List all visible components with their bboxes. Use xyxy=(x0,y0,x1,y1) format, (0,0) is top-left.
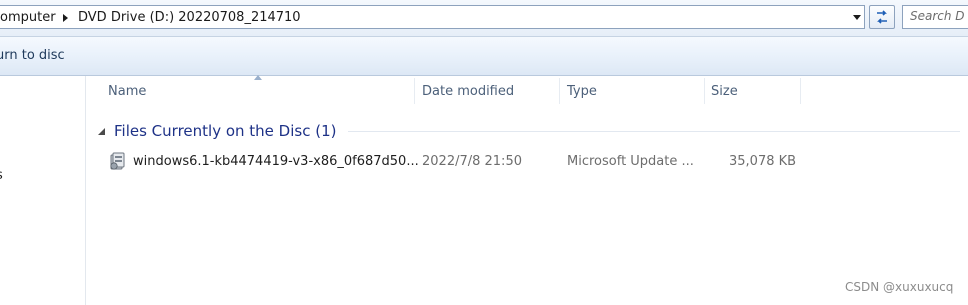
group-divider xyxy=(348,131,960,132)
breadcrumb-dvd-drive[interactable]: DVD Drive (D:) 20220708_214710 xyxy=(78,10,301,25)
column-header-size-label: Size xyxy=(711,84,738,99)
nav-item-partial[interactable]: s xyxy=(0,168,3,183)
group-title: Files Currently on the Disc (1) xyxy=(114,122,337,140)
file-type: Microsoft Update ... xyxy=(567,154,694,169)
chevron-down-icon xyxy=(853,14,861,20)
csdn-watermark: CSDN @xuxuxucq xyxy=(845,280,954,294)
column-header-size[interactable]: Size xyxy=(705,78,800,106)
refresh-button[interactable] xyxy=(869,5,895,29)
refresh-arrows-icon xyxy=(877,10,887,24)
column-header-date-modified[interactable]: Date modified xyxy=(415,78,559,106)
search-input[interactable] xyxy=(903,6,968,23)
column-divider[interactable] xyxy=(800,78,801,104)
navigation-pane: s xyxy=(0,76,86,305)
file-size: 35,078 KB xyxy=(729,154,797,169)
address-dropdown-button[interactable] xyxy=(849,5,865,29)
file-date-modified: 2022/7/8 21:50 xyxy=(422,154,522,169)
address-bar-row: omputer DVD Drive (D:) 20220708_214710 xyxy=(0,0,968,37)
update-package-icon xyxy=(110,152,125,170)
column-header-type[interactable]: Type xyxy=(560,78,704,106)
column-header-type-label: Type xyxy=(567,84,597,99)
group-header[interactable]: Files Currently on the Disc (1) xyxy=(95,120,965,142)
column-header-date-label: Date modified xyxy=(422,84,515,99)
search-box[interactable] xyxy=(902,5,968,29)
column-header-name-label: Name xyxy=(108,84,147,99)
command-bar: urn to disc xyxy=(0,37,968,76)
file-row[interactable]: windows6.1-kb4474419-v3-x86_0f687d50... … xyxy=(105,150,805,174)
file-name: windows6.1-kb4474419-v3-x86_0f687d50... xyxy=(133,154,419,169)
collapse-triangle-icon[interactable] xyxy=(97,127,106,136)
address-bar[interactable]: omputer DVD Drive (D:) 20220708_214710 xyxy=(0,5,865,29)
column-header-name[interactable]: Name xyxy=(100,78,414,106)
breadcrumb-computer[interactable]: omputer xyxy=(0,10,56,25)
burn-to-disc-button[interactable]: urn to disc xyxy=(0,48,65,63)
breadcrumb-arrow-icon[interactable] xyxy=(63,14,68,22)
